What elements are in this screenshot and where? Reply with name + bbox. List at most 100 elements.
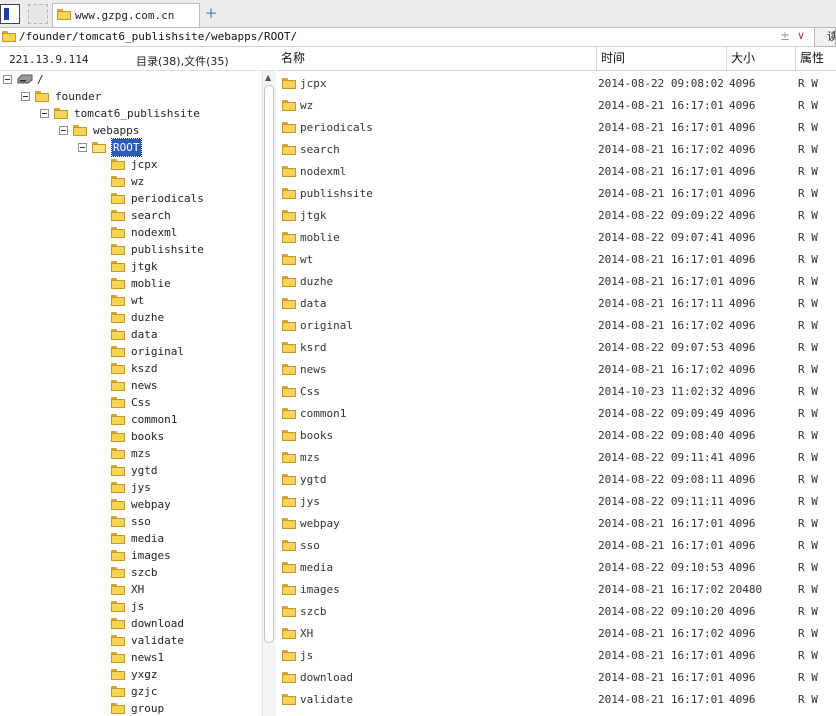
file-row[interactable]: original 2014-08-21 16:17:02 4096 R W	[277, 315, 836, 337]
chevron-down-icon[interactable]: ∨	[797, 29, 805, 42]
tree-node-root[interactable]: /	[0, 71, 262, 88]
column-time[interactable]: 时间	[597, 47, 727, 70]
file-row[interactable]: js 2014-08-21 16:17:01 4096 R W	[277, 645, 836, 667]
file-row[interactable]: wz 2014-08-21 16:17:01 4096 R W	[277, 95, 836, 117]
file-row[interactable]: download 2014-08-21 16:17:01 4096 R W	[277, 667, 836, 689]
file-row[interactable]: wt 2014-08-21 16:17:01 4096 R W	[277, 249, 836, 271]
file-time: 2014-08-21 16:17:01	[598, 99, 724, 112]
scroll-up-icon[interactable]: ▲	[265, 73, 271, 82]
pin-icon[interactable]: ±	[780, 29, 790, 43]
tree-node-child[interactable]: jcpx	[0, 156, 262, 173]
file-attr: R W	[798, 429, 818, 442]
tree-node-webapps[interactable]: webapps	[0, 122, 262, 139]
tree-node-child[interactable]: news	[0, 377, 262, 394]
tab-site[interactable]: www.gzpg.com.cn	[52, 3, 200, 27]
tree-node-child[interactable]: group	[0, 700, 262, 716]
collapse-icon[interactable]	[21, 92, 30, 101]
collapse-icon[interactable]	[78, 143, 87, 152]
file-row[interactable]: images 2014-08-21 16:17:02 20480 R W	[277, 579, 836, 601]
scroll-thumb[interactable]	[264, 85, 274, 643]
tree-node-child[interactable]: nodexml	[0, 224, 262, 241]
tree-node-founder[interactable]: founder	[0, 88, 262, 105]
tree-node-child[interactable]: books	[0, 428, 262, 445]
tree-node-child[interactable]: jtgk	[0, 258, 262, 275]
tree-node-child[interactable]: jys	[0, 479, 262, 496]
tree-node-child[interactable]: original	[0, 343, 262, 360]
file-row[interactable]: common1 2014-08-22 09:09:49 4096 R W	[277, 403, 836, 425]
file-row[interactable]: moblie 2014-08-22 09:07:41 4096 R W	[277, 227, 836, 249]
file-row[interactable]: search 2014-08-21 16:17:02 4096 R W	[277, 139, 836, 161]
tree-node-child[interactable]: periodicals	[0, 190, 262, 207]
file-row[interactable]: ygtd 2014-08-22 09:08:11 4096 R W	[277, 469, 836, 491]
tree-node-child[interactable]: publishsite	[0, 241, 262, 258]
tree-node-child[interactable]: wt	[0, 292, 262, 309]
tree-node-child[interactable]: wz	[0, 173, 262, 190]
tree-node-child[interactable]: download	[0, 615, 262, 632]
grid-icon[interactable]	[28, 4, 48, 24]
column-size[interactable]: 大小	[727, 47, 796, 70]
file-row[interactable]: data 2014-08-21 16:17:11 4096 R W	[277, 293, 836, 315]
tree-node-root[interactable]: ROOT	[0, 138, 262, 157]
tree-node-child[interactable]: szcb	[0, 564, 262, 581]
file-row[interactable]: XH 2014-08-21 16:17:02 4096 R W	[277, 623, 836, 645]
file-row[interactable]: szcb 2014-08-22 09:10:20 4096 R W	[277, 601, 836, 623]
tree-node-child[interactable]: media	[0, 530, 262, 547]
file-name: jys	[300, 495, 320, 508]
file-size: 4096	[729, 429, 756, 442]
tree-node-child[interactable]: ygtd	[0, 462, 262, 479]
folder-icon	[111, 278, 125, 289]
tree-node-child[interactable]: moblie	[0, 275, 262, 292]
path-input[interactable]: /founder/tomcat6_publishsite/webapps/ROO…	[19, 30, 297, 43]
add-tab-button[interactable]: +	[204, 4, 218, 22]
collapse-icon[interactable]	[40, 109, 49, 118]
file-row[interactable]: jys 2014-08-22 09:11:11 4096 R W	[277, 491, 836, 513]
tree-node-child[interactable]: Css	[0, 394, 262, 411]
collapse-icon[interactable]	[59, 126, 68, 135]
file-attr: R W	[798, 77, 818, 90]
tree-node-child[interactable]: mzs	[0, 445, 262, 462]
file-row[interactable]: nodexml 2014-08-21 16:17:01 4096 R W	[277, 161, 836, 183]
tree-node-child[interactable]: search	[0, 207, 262, 224]
file-size: 4096	[729, 341, 756, 354]
tree-node-child[interactable]: XH	[0, 581, 262, 598]
tree-node-child[interactable]: kszd	[0, 360, 262, 377]
read-button[interactable]: 读取	[814, 27, 836, 47]
file-row[interactable]: webpay 2014-08-21 16:17:01 4096 R W	[277, 513, 836, 535]
file-row[interactable]: validate 2014-08-21 16:17:01 4096 R W	[277, 689, 836, 711]
tree-node-child[interactable]: gzjc	[0, 683, 262, 700]
tree-node-child[interactable]: common1	[0, 411, 262, 428]
tree-node-child[interactable]: images	[0, 547, 262, 564]
tree-node-child[interactable]: js	[0, 598, 262, 615]
file-name: nodexml	[300, 165, 347, 178]
file-row[interactable]: ksrd 2014-08-22 09:07:53 4096 R W	[277, 337, 836, 359]
tree-node-child[interactable]: duzhe	[0, 309, 262, 326]
file-row[interactable]: periodicals 2014-08-21 16:17:01 4096 R W	[277, 117, 836, 139]
folder-icon	[73, 125, 87, 136]
tree-node-child[interactable]: webpay	[0, 496, 262, 513]
tree-node-child[interactable]: sso	[0, 513, 262, 530]
file-row[interactable]: news 2014-08-21 16:17:02 4096 R W	[277, 359, 836, 381]
tree-node-child[interactable]: validate	[0, 632, 262, 649]
file-row[interactable]: books 2014-08-22 09:08:40 4096 R W	[277, 425, 836, 447]
file-row[interactable]: media 2014-08-22 09:10:53 4096 R W	[277, 557, 836, 579]
tree-scrollbar[interactable]: ▲	[262, 71, 276, 716]
file-row[interactable]: sso 2014-08-21 16:17:01 4096 R W	[277, 535, 836, 557]
tree-node-child[interactable]: yxgz	[0, 666, 262, 683]
file-time: 2014-08-22 09:10:53	[598, 561, 724, 574]
column-name[interactable]: 名称	[277, 47, 597, 70]
tree-node-tomcat6_publishsite[interactable]: tomcat6_publishsite	[0, 105, 262, 122]
folder-icon	[111, 295, 125, 306]
file-row[interactable]: jtgk 2014-08-22 09:09:22 4096 R W	[277, 205, 836, 227]
tree-node-child[interactable]: news1	[0, 649, 262, 666]
collapse-icon[interactable]	[3, 75, 12, 84]
file-row[interactable]: jcpx 2014-08-22 09:08:02 4096 R W	[277, 73, 836, 95]
panel-toggle-icon[interactable]	[0, 4, 20, 24]
file-row[interactable]: Css 2014-10-23 11:02:32 4096 R W	[277, 381, 836, 403]
file-row[interactable]: duzhe 2014-08-21 16:17:01 4096 R W	[277, 271, 836, 293]
file-row[interactable]: mzs 2014-08-22 09:11:41 4096 R W	[277, 447, 836, 469]
file-row[interactable]: publishsite 2014-08-21 16:17:01 4096 R W	[277, 183, 836, 205]
file-name: search	[300, 143, 340, 156]
tree-node-child[interactable]: data	[0, 326, 262, 343]
path-bar[interactable]: /founder/tomcat6_publishsite/webapps/ROO…	[0, 28, 812, 47]
column-attr[interactable]: 属性	[796, 47, 836, 70]
